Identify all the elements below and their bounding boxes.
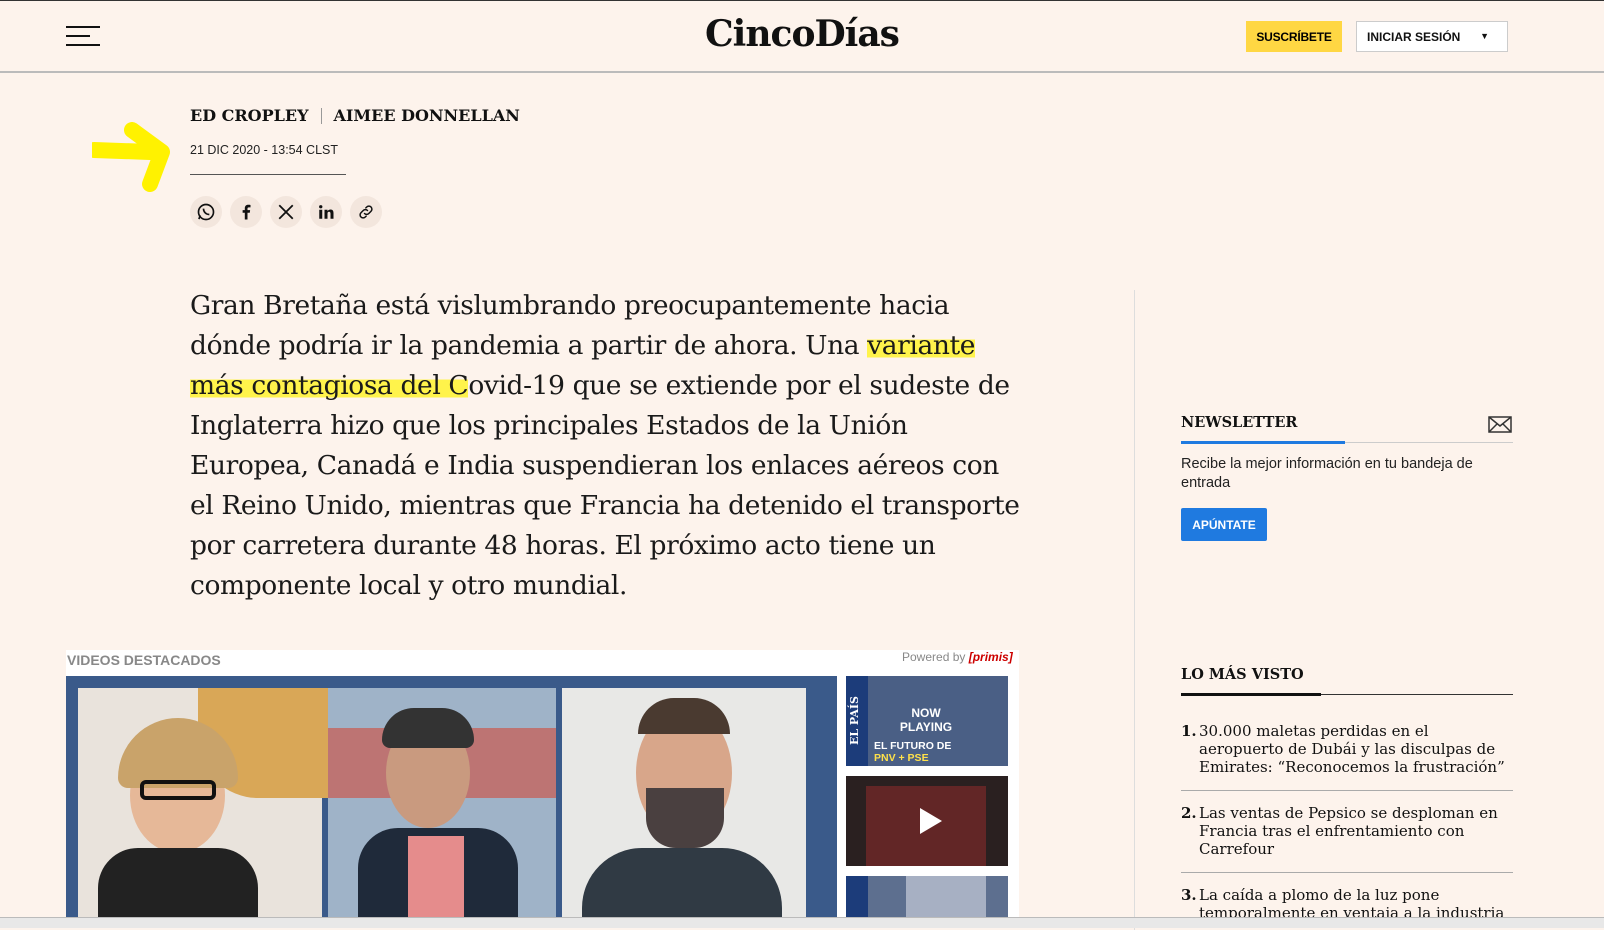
video-thumb[interactable] [846, 876, 1008, 917]
video-thumb[interactable] [846, 776, 1008, 866]
lead-text: Gran Bretaña está vislumbrando preocupan… [190, 290, 950, 361]
list-divider [1181, 872, 1513, 873]
thumb-caption-top: EL FUTURO DE [874, 740, 952, 752]
newsletter-text: Recibe la mejor información en tu bandej… [1181, 456, 1473, 491]
thumb-caption: EL FUTURO DE PNV + PSE [874, 740, 951, 764]
most-viewed-item[interactable]: 2. Las ventas de Pepsico se desploman en… [1181, 804, 1513, 858]
logo-link[interactable]: CincoDías [705, 13, 900, 55]
play-icon [912, 804, 946, 838]
primis-logo: primis [972, 650, 1009, 664]
lead-text: ovid-19 que se extiende por el sudeste d… [190, 370, 1020, 601]
article-lead: Gran Bretaña está vislumbrando preocupan… [190, 286, 1030, 606]
share-bar [190, 196, 382, 228]
thumb-caption-bottom: PNV + PSE [874, 752, 929, 764]
video-thumb[interactable]: EL PAÍS NOW PLAYING EL FUTURO DE PNV + P… [846, 676, 1008, 766]
brand-vertical-label: EL PAÍS [848, 696, 861, 746]
powered-by: Powered by [primis] [902, 650, 1013, 664]
link-icon[interactable] [350, 196, 382, 228]
videos-title: VIDEOS DESTACADOS [67, 652, 221, 668]
whatsapp-icon[interactable] [190, 196, 222, 228]
mail-icon [1488, 416, 1512, 433]
facebook-icon[interactable] [230, 196, 262, 228]
signup-button[interactable]: APÚNTATE [1181, 508, 1267, 541]
video-pane [328, 688, 556, 927]
arrow-annotation-icon [92, 122, 170, 192]
video-player[interactable] [66, 676, 837, 927]
byline-separator [320, 107, 322, 124]
subscribe-button[interactable]: SUSCRÍBETE [1246, 21, 1342, 52]
bottom-bar [0, 917, 1604, 928]
site-header: CincoDías SUSCRÍBETE INICIAR SESIÓN ▼ [0, 1, 1604, 73]
video-pane [78, 688, 328, 927]
author-link[interactable]: AIMEE DONNELLAN [334, 106, 520, 125]
login-label: INICIAR SESIÓN [1367, 29, 1461, 44]
item-link[interactable]: Las ventas de Pepsico se desploman en Fr… [1199, 804, 1513, 858]
most-viewed-title: LO MÁS VISTO [1181, 666, 1304, 683]
video-pane [562, 688, 806, 927]
x-icon[interactable] [270, 196, 302, 228]
list-divider [1181, 790, 1513, 791]
newsletter-accent [1181, 441, 1345, 444]
login-button[interactable]: INICIAR SESIÓN ▼ [1356, 21, 1508, 52]
linkedin-icon[interactable] [310, 196, 342, 228]
powered-label: Powered by [902, 650, 966, 664]
now-playing-label: NOW PLAYING [899, 706, 953, 734]
byline: ED CROPLEY AIMEE DONNELLAN [190, 106, 520, 125]
most-viewed-item[interactable]: 1. 30.000 maletas perdidas en el aeropue… [1181, 722, 1513, 776]
most-viewed-accent [1181, 693, 1321, 696]
column-divider [1134, 290, 1135, 930]
author-link[interactable]: ED CROPLEY [190, 106, 309, 125]
item-number: 2. [1181, 804, 1197, 822]
item-number: 1. [1181, 722, 1197, 740]
article-date: 21 DIC 2020 - 13:54 CLST [190, 143, 338, 157]
newsletter-title: NEWSLETTER [1181, 414, 1298, 431]
date-divider [190, 174, 346, 175]
item-link[interactable]: 30.000 maletas perdidas en el aeropuerto… [1199, 722, 1513, 776]
caret-down-icon: ▼ [1480, 31, 1489, 41]
